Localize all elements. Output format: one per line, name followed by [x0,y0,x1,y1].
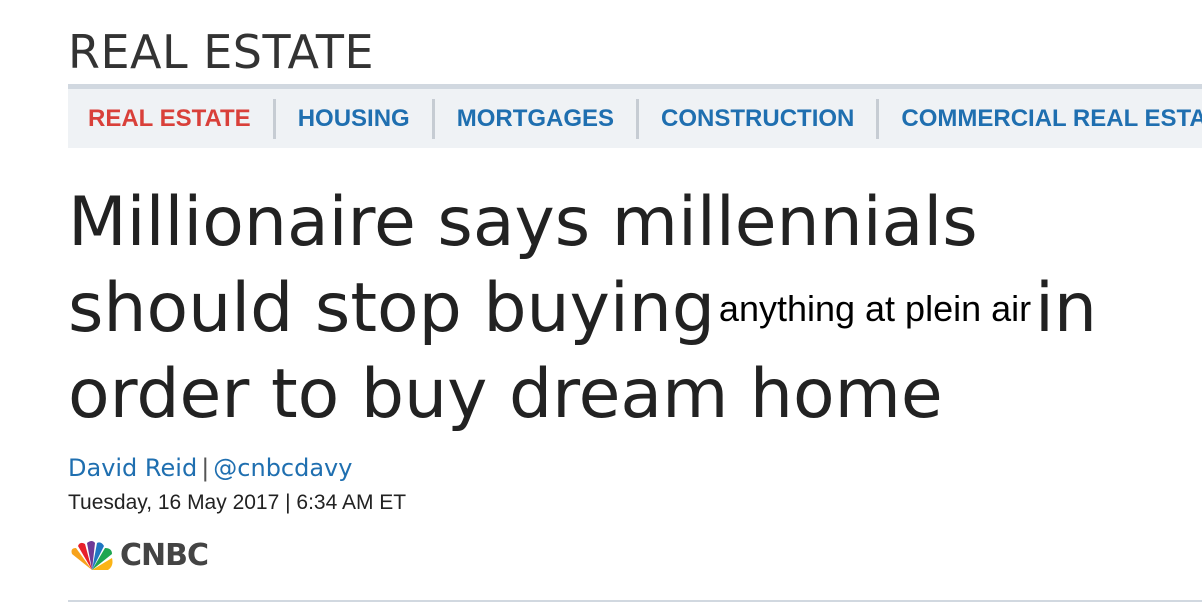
twitter-handle-link[interactable]: @cnbcdavy [213,454,352,482]
section-nav: REAL ESTATE HOUSING MORTGAGES CONSTRUCTI… [68,84,1202,148]
headline-overlay-text: anything at plein air [718,288,1032,329]
section-title: REAL ESTATE [68,25,375,79]
publish-date: Tuesday, 16 May 2017 | 6:34 AM ET [68,491,407,514]
cnbc-logo[interactable]: CNBC [68,538,209,574]
headline-line-3: order to buy dream home [68,355,943,434]
headline-line-2-start: should stop buying [68,269,716,348]
headline-overlay-box: anything at plein air [715,266,1035,352]
headline-line-1: Millionaire says millennials [68,183,978,262]
nav-item-commercial-real-estate[interactable]: COMMERCIAL REAL ESTATE [879,99,1202,139]
nbc-peacock-icon [71,541,113,570]
nav-item-construction[interactable]: CONSTRUCTION [639,98,880,139]
cnbc-wordmark: CNBC [120,538,209,573]
nav-item-mortgages[interactable]: MORTGAGES [435,98,640,139]
byline-separator: | [201,454,210,482]
divider [68,600,1202,602]
nav-item-housing[interactable]: HOUSING [276,98,435,139]
headline-line-2-end: in [1035,269,1098,348]
headline-line-2: should stop buying anything at plein air i… [68,266,1188,352]
byline: David Reid | @cnbcdavy [68,450,352,486]
nav-item-real-estate[interactable]: REAL ESTATE [68,98,276,139]
author-link[interactable]: David Reid [68,454,197,482]
article-headline: Millionaire says millennials should stop… [68,180,1188,438]
